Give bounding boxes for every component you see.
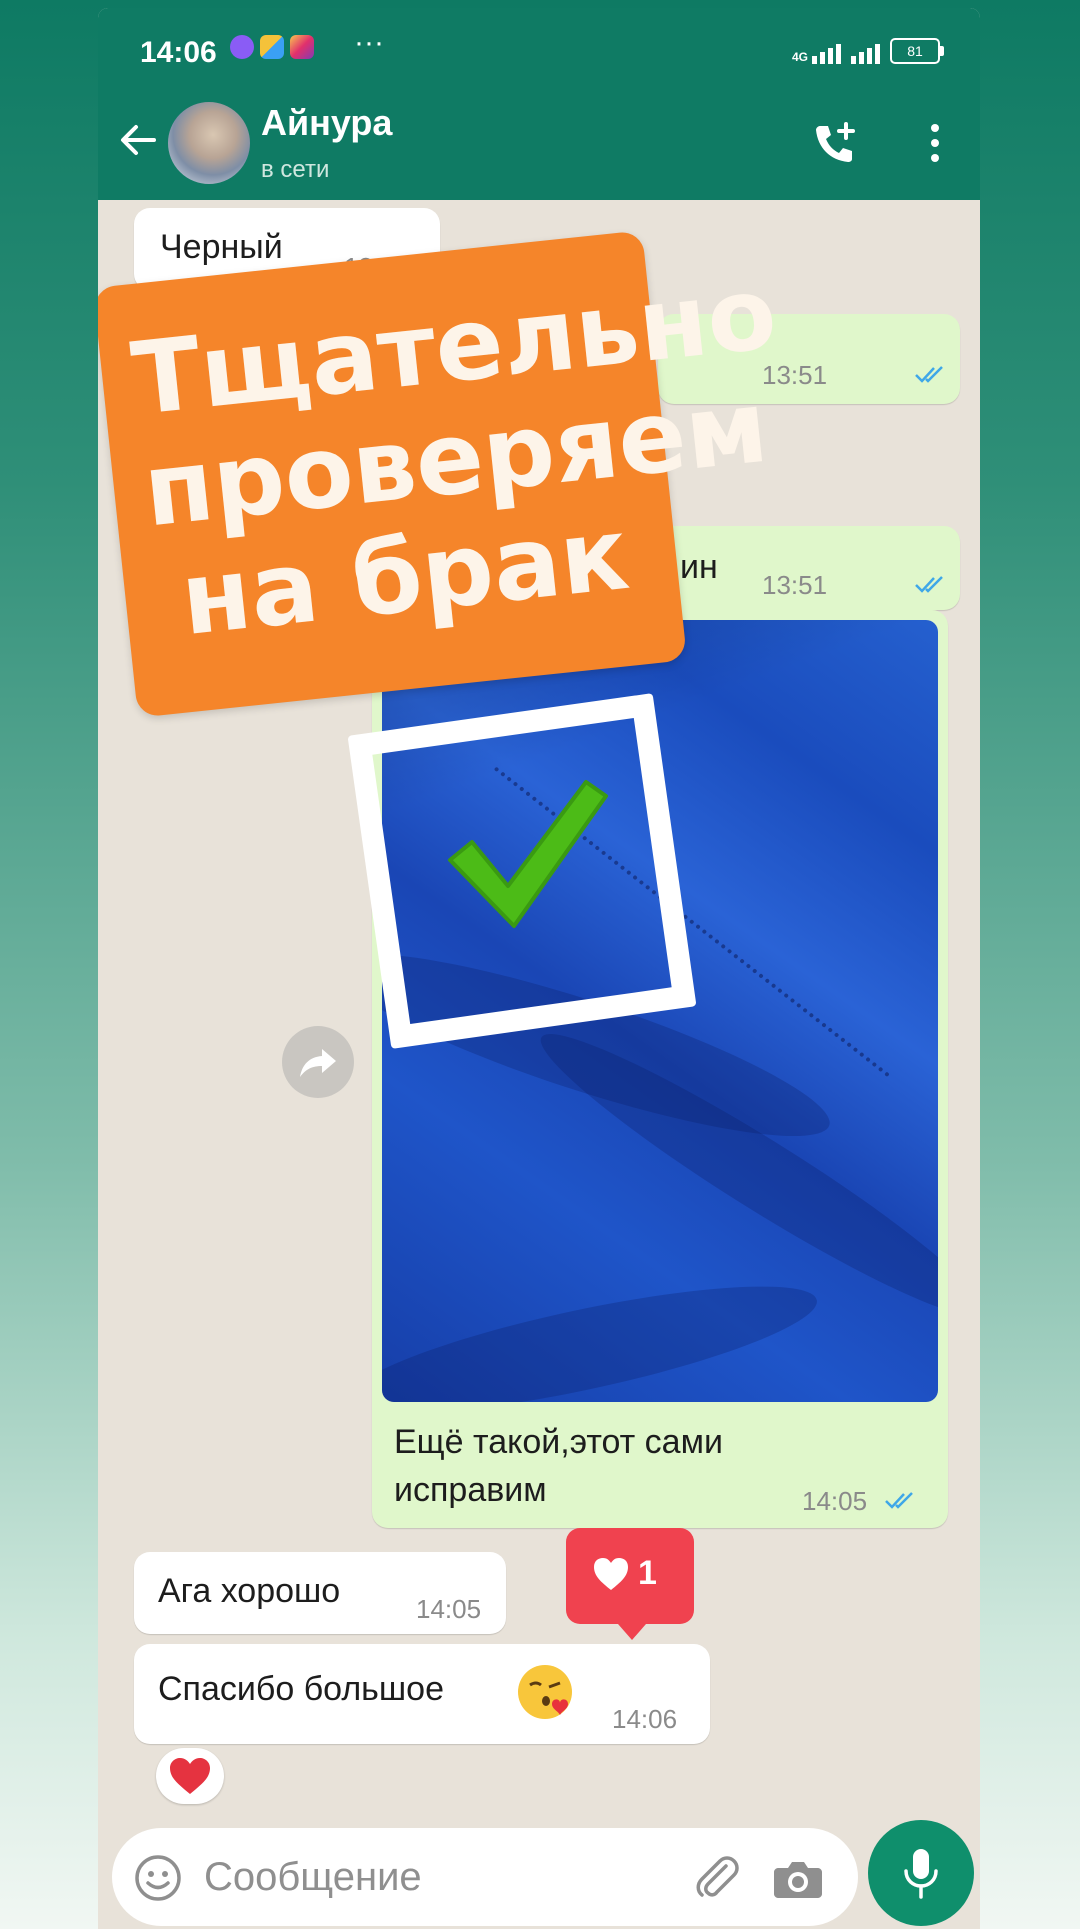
status-indicators: 4G 81 <box>791 38 944 64</box>
message-time: 14:05 <box>802 1486 868 1516</box>
message-text: Спасибо большое <box>158 1670 444 1708</box>
forward-icon <box>300 1049 336 1077</box>
contact-avatar[interactable] <box>166 100 252 186</box>
emoji-icon[interactable] <box>134 1854 182 1902</box>
promo-overlay-text: Тщательно проверяем на брак <box>126 254 782 659</box>
camera-icon[interactable] <box>772 1854 824 1902</box>
instagram-icon <box>290 35 314 59</box>
more-options-icon[interactable] <box>928 120 942 166</box>
message-time: 14:05 <box>416 1594 482 1624</box>
network-type-label: 4G <box>791 50 808 64</box>
contact-status: в сети <box>261 156 330 183</box>
message-outgoing[interactable]: ин 13:51 <box>658 526 960 610</box>
add-call-icon[interactable] <box>810 118 860 168</box>
signal-icon-2 <box>851 44 880 64</box>
fabric-fold <box>382 1260 826 1402</box>
forward-button[interactable] <box>282 1026 354 1098</box>
message-text: Черный <box>160 228 283 266</box>
back-arrow-icon[interactable] <box>114 116 162 164</box>
message-incoming[interactable]: Спасибо большое 14:06 <box>134 1644 710 1744</box>
read-receipt-icon <box>885 1492 913 1509</box>
phone-screen: 14:06 ··· 4G 81 Айнура в сети Черный 13:… <box>98 8 980 1929</box>
message-incoming[interactable]: Ага хорошо 14:05 <box>134 1552 506 1634</box>
messenger-icon <box>230 35 254 59</box>
like-notification-badge: 1 <box>566 1528 694 1640</box>
microphone-icon <box>904 1849 938 1899</box>
attach-icon[interactable] <box>690 1852 740 1902</box>
status-time: 14:06 <box>140 36 217 69</box>
read-receipt-icon <box>915 576 943 593</box>
gallery-icon <box>260 35 284 59</box>
battery-icon: 81 <box>890 38 944 64</box>
voice-message-button[interactable] <box>868 1820 974 1926</box>
chat-header: 14:06 ··· 4G 81 Айнура в сети <box>98 8 980 200</box>
message-time: 14:06 <box>612 1704 678 1734</box>
checkmark-icon <box>448 780 608 928</box>
signal-icon <box>812 44 841 64</box>
status-notification-icons <box>230 35 314 59</box>
like-count: 1 <box>638 1554 657 1592</box>
message-text: Ага хорошо <box>158 1572 341 1610</box>
read-receipt-icon <box>915 366 943 383</box>
heart-reaction[interactable] <box>156 1748 224 1804</box>
heart-icon <box>594 1558 628 1590</box>
kissing-face-emoji-icon <box>518 1665 572 1719</box>
message-time: 13:51 <box>762 570 828 600</box>
heart-icon <box>170 1758 210 1794</box>
promo-overlay-label: Тщательно проверяем на брак <box>98 230 782 718</box>
message-text: ин <box>680 548 718 586</box>
message-composer <box>112 1828 858 1926</box>
photo-caption: Ещё такой,этот сами исправим <box>394 1423 723 1509</box>
message-input[interactable] <box>202 1846 636 1908</box>
contact-name[interactable]: Айнура <box>261 102 392 144</box>
more-notifications-icon: ··· <box>354 26 384 59</box>
